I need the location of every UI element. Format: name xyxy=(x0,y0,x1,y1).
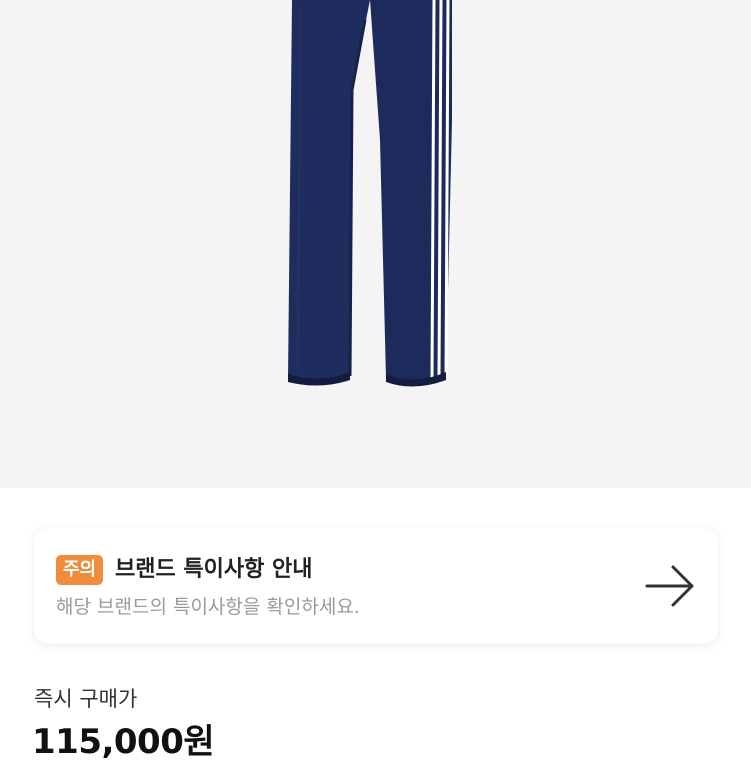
caution-badge: 주의 xyxy=(56,555,104,585)
brand-notice-card[interactable]: 주의 브랜드 특이사항 안내 해당 브랜드의 특이사항을 확인하세요. xyxy=(34,528,718,644)
instant-buy-price-label: 즉시 구매가 xyxy=(34,687,138,711)
pants-stripe xyxy=(430,0,436,379)
product-image-area[interactable] xyxy=(0,0,751,488)
pants-stripe xyxy=(444,0,450,379)
notice-title: 브랜드 특이사항 안내 xyxy=(115,557,313,582)
arrow-right-icon[interactable] xyxy=(644,564,696,608)
product-image xyxy=(288,0,452,387)
instant-buy-price-value: 115,000원 xyxy=(32,722,215,762)
pants-stripe xyxy=(437,0,443,380)
notice-subtitle: 해당 브랜드의 특이사항을 확인하세요. xyxy=(56,596,360,618)
